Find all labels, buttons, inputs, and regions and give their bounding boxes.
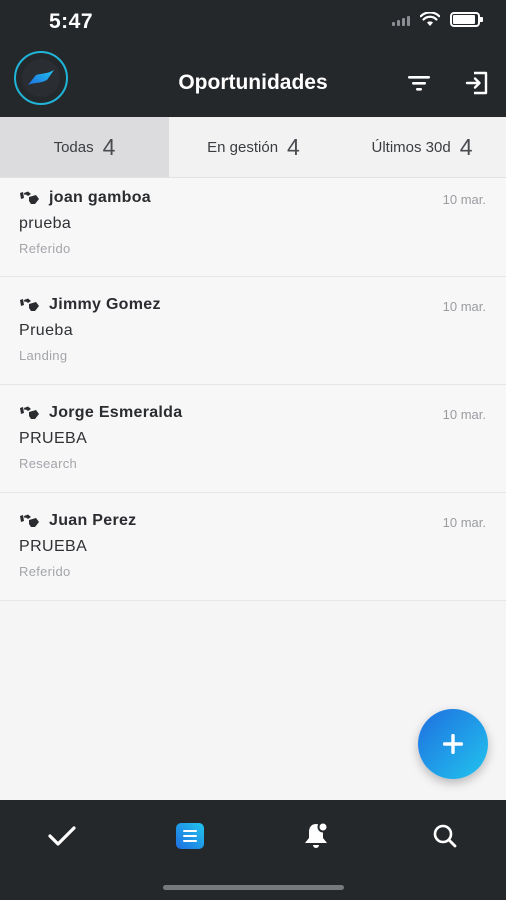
item-date: 10 mar. <box>442 515 486 530</box>
logout-icon <box>465 71 488 95</box>
item-source: Research <box>19 456 78 471</box>
item-subject: Prueba <box>19 322 73 339</box>
item-source: Landing <box>19 348 68 363</box>
tab-en-gestion[interactable]: En gestión 4 <box>169 117 338 177</box>
tab-todas[interactable]: Todas 4 <box>0 117 169 177</box>
contact-name: Jimmy Gomez <box>49 296 161 313</box>
bell-icon <box>305 821 329 848</box>
tab-count: 4 <box>459 133 473 160</box>
item-date: 10 mar. <box>442 299 486 314</box>
list-item[interactable]: Jimmy Gomez 10 mar. Prueba Landing <box>0 277 506 385</box>
list-icon <box>176 823 204 849</box>
wifi-icon <box>420 12 440 26</box>
plus-icon <box>443 734 463 754</box>
add-opportunity-button[interactable] <box>418 709 488 779</box>
list-item[interactable]: Juan Perez 10 mar. PRUEBA Referido <box>0 493 506 601</box>
home-indicator[interactable] <box>163 885 344 890</box>
tab-count: 4 <box>287 133 300 160</box>
item-header: Jorge Esmeralda <box>19 404 182 422</box>
opportunity-list: joan gamboa 10 mar. prueba Referido Jimm… <box>0 178 506 601</box>
contact-name: Jorge Esmeralda <box>49 404 183 421</box>
list-item[interactable]: Jorge Esmeralda 10 mar. PRUEBA Research <box>0 385 506 493</box>
top-bar: 5:47 Oportunidades <box>0 0 506 117</box>
check-icon <box>48 826 76 846</box>
handshake-icon <box>20 406 39 419</box>
contact-name: Juan Perez <box>49 512 137 529</box>
nav-opportunities[interactable] <box>173 819 207 853</box>
item-source: Referido <box>19 241 71 256</box>
item-date: 10 mar. <box>442 192 486 207</box>
item-header: joan gamboa <box>19 189 151 207</box>
tab-ultimos-30d[interactable]: Últimos 30d 4 <box>338 117 506 177</box>
item-subject: PRUEBA <box>19 430 88 447</box>
item-subject: prueba <box>19 215 72 232</box>
item-source: Referido <box>19 564 71 579</box>
signal-icon <box>392 14 410 26</box>
filter-icon <box>408 76 430 91</box>
tab-label: Todas <box>53 138 94 156</box>
search-icon <box>433 824 457 848</box>
item-date: 10 mar. <box>442 407 486 422</box>
handshake-icon <box>20 514 39 527</box>
status-time: 5:47 <box>49 10 94 33</box>
tab-count: 4 <box>102 133 116 160</box>
tab-label: En gestión <box>207 138 279 156</box>
tab-label: Últimos 30d <box>371 138 451 156</box>
nav-search[interactable] <box>428 819 462 853</box>
item-subject: PRUEBA <box>19 538 88 555</box>
battery-icon <box>450 12 483 27</box>
nav-notifications[interactable] <box>299 819 333 853</box>
handshake-icon <box>20 298 39 311</box>
tab-bar: Todas 4 En gestión 4 Últimos 30d 4 <box>0 117 506 178</box>
item-header: Jimmy Gomez <box>19 296 161 314</box>
item-header: Juan Perez <box>19 512 136 530</box>
filter-button[interactable] <box>404 68 434 98</box>
handshake-icon <box>20 191 39 204</box>
nav-tasks[interactable] <box>45 819 79 853</box>
contact-name: joan gamboa <box>49 189 151 206</box>
list-item[interactable]: joan gamboa 10 mar. prueba Referido <box>0 178 506 277</box>
logout-button[interactable] <box>462 68 492 98</box>
status-icons <box>392 12 483 27</box>
